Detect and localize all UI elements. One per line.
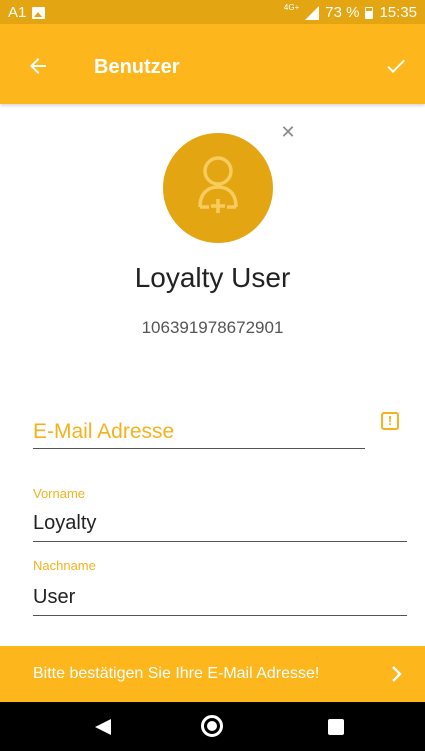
status-right: 4G+ 73 % 15:35 <box>283 3 417 21</box>
email-field[interactable] <box>33 416 365 449</box>
nav-recents-icon[interactable] <box>328 719 344 735</box>
nav-home-icon[interactable] <box>201 715 223 737</box>
network-type: 4G+ <box>283 3 300 12</box>
warning-icon: ! <box>381 412 399 430</box>
add-user-icon <box>198 156 238 213</box>
user-id: 106391978672901 <box>141 318 284 337</box>
confirm-email-text: Bitte bestätigen Sie Ihre E-Mail Adresse… <box>33 665 320 682</box>
first-name-field[interactable]: Loyalty <box>33 512 407 542</box>
clock: 15:35 <box>379 4 417 21</box>
image-notification-icon <box>32 6 46 19</box>
arrow-back-icon[interactable] <box>26 54 50 78</box>
status-bar: A1 4G+ 73 % 15:35 <box>0 0 425 24</box>
battery-icon <box>365 6 374 19</box>
battery-percent: 73 % <box>325 4 360 21</box>
signal-icon <box>305 5 320 20</box>
first-name-label: Vorname <box>33 486 86 501</box>
nav-back-icon[interactable] <box>93 717 113 737</box>
system-nav-bar <box>0 702 425 751</box>
confirm-email-banner[interactable]: Bitte bestätigen Sie Ihre E-Mail Adresse… <box>0 646 425 702</box>
avatar[interactable] <box>163 133 273 243</box>
carrier-label: A1 <box>8 4 27 21</box>
chevron-right-icon <box>392 666 402 682</box>
last-name-field[interactable]: User <box>33 586 407 616</box>
last-name-label: Nachname <box>33 558 96 573</box>
close-icon[interactable]: ✕ <box>279 123 297 141</box>
status-left: A1 <box>8 4 46 21</box>
user-name: Loyalty User <box>134 262 291 293</box>
app-bar: Benutzer <box>0 24 425 104</box>
check-icon[interactable] <box>383 54 409 78</box>
page-title: Benutzer <box>94 56 180 78</box>
